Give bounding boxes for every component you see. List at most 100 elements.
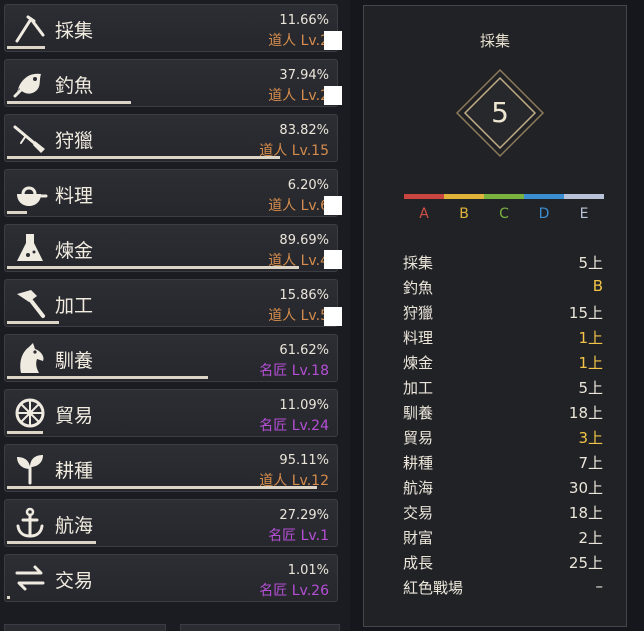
skill-progress-fill [7, 321, 59, 324]
fish-icon [13, 73, 41, 98]
stat-row: 紅色戰場 – [403, 575, 603, 600]
rifle-icon [13, 125, 45, 153]
stat-value: 7上 [578, 454, 603, 472]
skill-row-training[interactable]: 馴養 61.62% 名匠 Lv.18 [4, 334, 338, 382]
skill-progress-bar [7, 541, 333, 544]
stat-value: 5上 [578, 254, 603, 272]
skill-row-gathering[interactable]: 採集 11.66% 道人 Lv.2 [4, 4, 338, 52]
stat-label: 料理 [403, 329, 434, 347]
skill-name: 釣魚 [55, 75, 94, 97]
skill-name: 採集 [55, 20, 94, 42]
stat-label: 成長 [403, 554, 434, 572]
stat-value: 1上 [578, 354, 603, 372]
skill-percent: 15.86% [279, 288, 329, 303]
stat-label: 耕種 [403, 454, 434, 472]
skill-percent: 1.01% [287, 563, 329, 578]
skill-row-alchemy[interactable]: 煉金 89.69% 道人 Lv.4 [4, 224, 338, 272]
stat-label: 釣魚 [403, 279, 434, 297]
stat-label: 航海 [403, 479, 434, 497]
tier-letter-b: B [459, 206, 469, 222]
skill-name: 煉金 [55, 240, 94, 262]
skill-progress-fill [7, 486, 318, 489]
skill-progress-bar [7, 156, 333, 159]
tier-color-b [444, 194, 484, 199]
skill-progress-bar [7, 486, 333, 489]
skill-row-hunting[interactable]: 狩獵 83.82% 道人 Lv.15 [4, 114, 338, 162]
stat-value: 15上 [568, 304, 603, 322]
stat-label: 狩獵 [403, 304, 434, 322]
stat-value: 5上 [578, 379, 603, 397]
skill-row-farming[interactable]: 耕種 95.11% 道人 Lv.12 [4, 444, 338, 492]
skill-progress-bar [7, 211, 333, 214]
skill-progress-bar [7, 46, 333, 49]
skill-row-fishing[interactable]: 釣魚 37.94% 道人 Lv.2 [4, 59, 338, 107]
redaction-mask [324, 196, 342, 215]
skill-progress-fill [7, 101, 131, 104]
skill-percent: 27.29% [279, 508, 329, 523]
skill-name: 料理 [55, 185, 94, 207]
stat-value: 1上 [578, 329, 603, 347]
stat-row: 航海 30上 [403, 475, 603, 500]
stat-label: 貿易 [403, 429, 434, 447]
skill-name: 加工 [55, 295, 94, 317]
tier-letter-a: A [419, 206, 429, 222]
stat-value: – [595, 577, 604, 595]
redaction-mask [324, 31, 342, 50]
redaction-mask [324, 307, 342, 326]
tier-color-e [564, 194, 604, 199]
rank-value: 5 [491, 96, 509, 129]
skill-progress-fill [7, 156, 281, 159]
stat-row: 成長 25上 [403, 550, 603, 575]
cooking-pot-icon [17, 186, 48, 206]
stat-row: 馴養 18上 [403, 400, 603, 425]
stat-value: 2上 [578, 529, 603, 547]
rank-badge: 5 [455, 68, 545, 158]
skill-progress-fill [7, 431, 44, 434]
skill-name: 馴養 [55, 350, 94, 372]
skill-percent: 95.11% [279, 453, 329, 468]
stat-value: B [592, 277, 603, 295]
skill-progress-fill [7, 46, 45, 49]
stat-label: 加工 [403, 379, 434, 397]
stat-value: 18上 [568, 504, 603, 522]
stat-row: 耕種 7上 [403, 450, 603, 475]
skill-row-sailing[interactable]: 航海 27.29% 名匠 Lv.1 [4, 499, 338, 547]
tier-color-a [404, 194, 444, 199]
stat-row: 料理 1上 [403, 325, 603, 350]
panel-title: 採集 [479, 32, 510, 50]
stat-label: 採集 [403, 254, 434, 272]
detail-panel: 採集 5 A B C D E 採集 5上 釣魚 B 狩獵 15上 料理 1上 煉金 1上 … [363, 5, 627, 627]
skill-name: 交易 [55, 570, 94, 592]
skill-row-cooking[interactable]: 料理 6.20% 道人 Lv.6 [4, 169, 338, 217]
skill-progress-fill [7, 541, 96, 544]
stat-label: 馴養 [403, 404, 434, 422]
skill-row-processing[interactable]: 加工 15.86% 道人 Lv.5 [4, 279, 338, 327]
exchange-arrows-icon [15, 565, 45, 591]
stat-label: 財富 [403, 529, 434, 547]
skill-percent: 61.62% [279, 343, 329, 358]
horse-icon [20, 343, 44, 373]
stat-row: 財富 2上 [403, 525, 603, 550]
skill-name: 貿易 [55, 405, 94, 427]
skill-percent: 6.20% [287, 178, 329, 193]
stat-value: 18上 [568, 404, 603, 422]
tier-color-c [484, 194, 524, 199]
stat-value: 25上 [568, 554, 603, 572]
anchor-icon [16, 507, 44, 538]
skill-name: 狩獵 [55, 130, 94, 152]
stat-row: 交易 18上 [403, 500, 603, 525]
redaction-mask [324, 250, 342, 269]
skill-progress-fill [7, 266, 300, 269]
skill-progress-bar [7, 376, 333, 379]
skill-list: 採集 11.66% 道人 Lv.2 釣魚 37.94% 道人 Lv.2 狩獵 8… [0, 0, 350, 631]
skill-progress-bar [7, 321, 333, 324]
stat-row: 貿易 3上 [403, 425, 603, 450]
stat-row: 釣魚 B [403, 275, 603, 300]
skill-percent: 37.94% [279, 68, 329, 83]
wheel-icon [15, 398, 45, 428]
tier-color-bar [404, 194, 604, 199]
skill-row-trade[interactable]: 貿易 11.09% 名匠 Lv.24 [4, 389, 338, 437]
skill-progress-bar [7, 431, 333, 434]
hammer-icon [17, 290, 45, 318]
skill-row-barter[interactable]: 交易 1.01% 名匠 Lv.26 [4, 554, 338, 602]
